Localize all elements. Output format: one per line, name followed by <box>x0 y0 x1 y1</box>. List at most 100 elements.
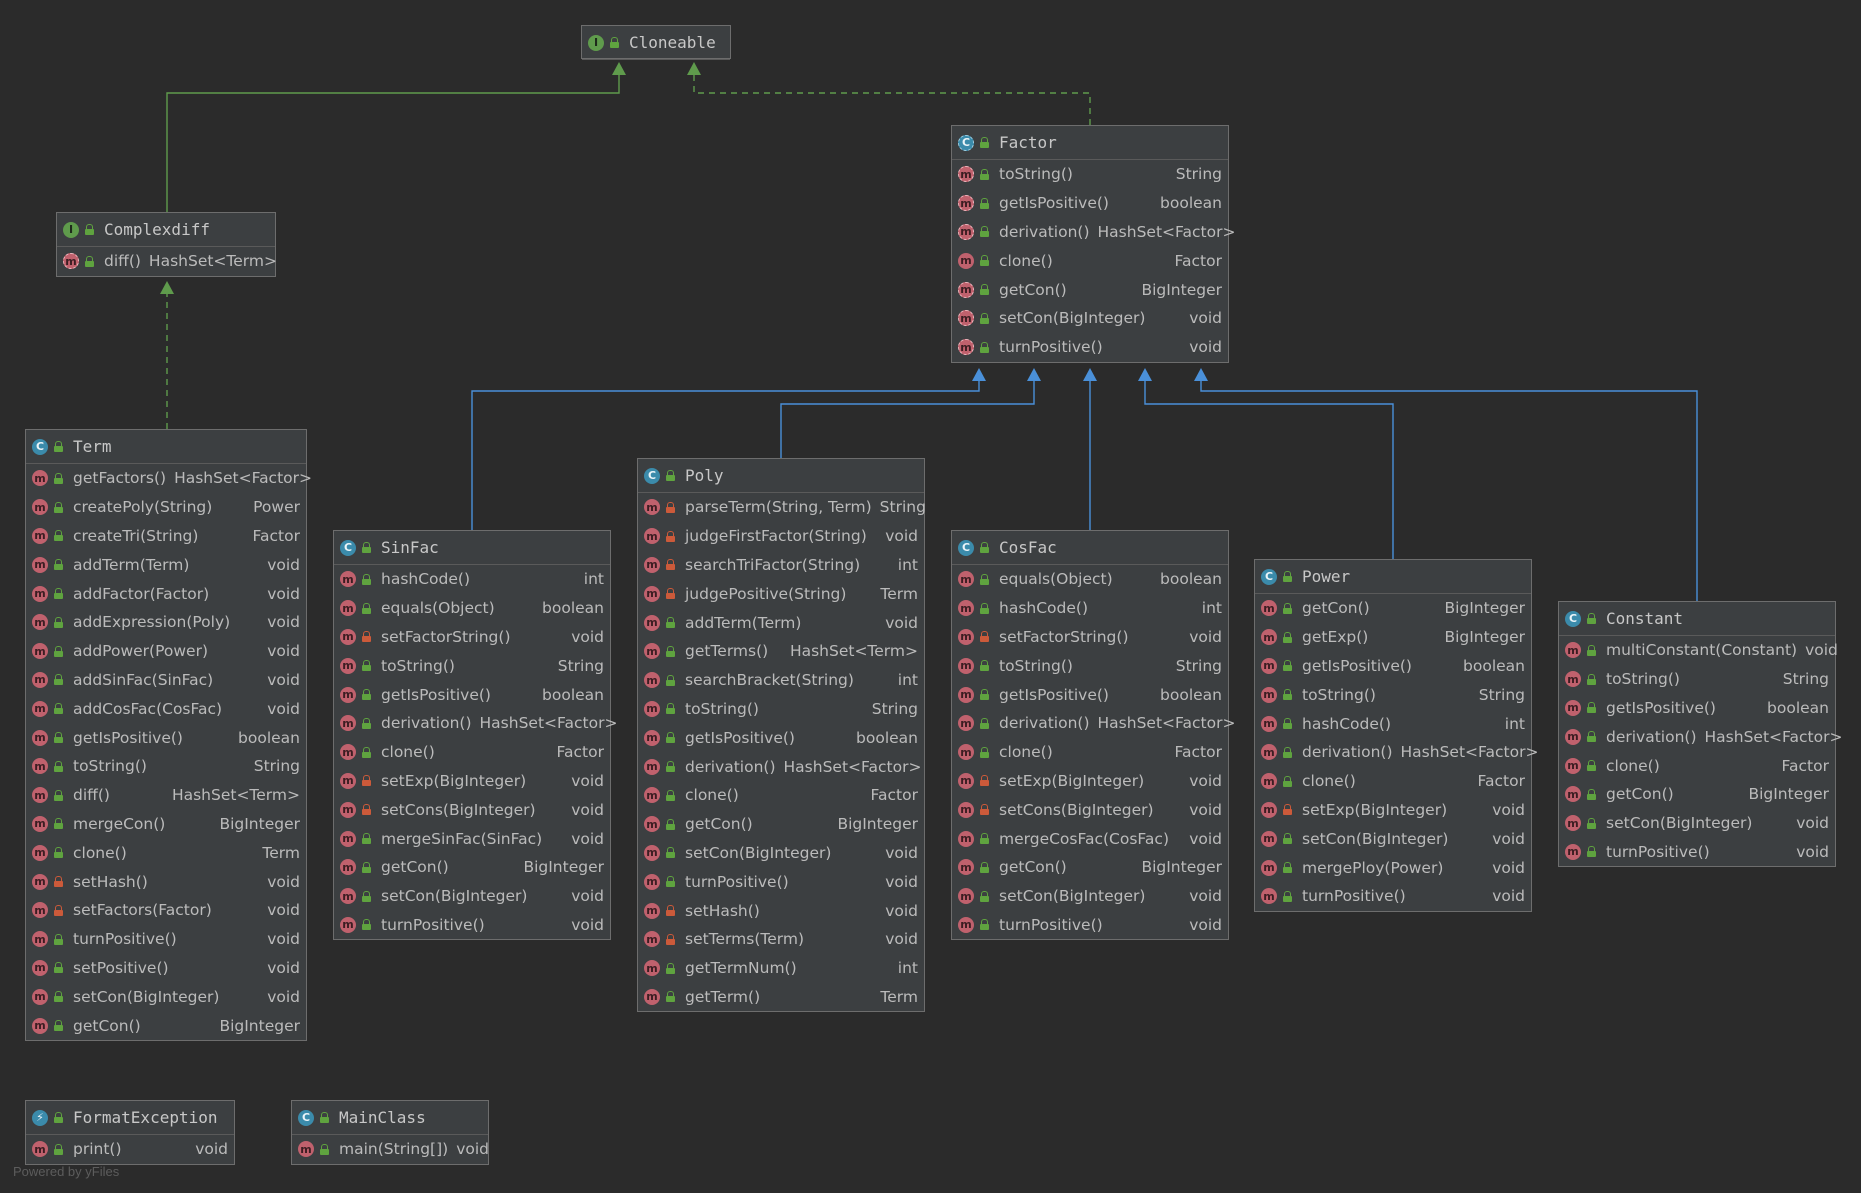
method-row[interactable]: m clone() Factor <box>952 738 1228 767</box>
method-row[interactable]: m addTerm(Term) void <box>26 550 306 579</box>
method-row[interactable]: m getIsPositive() boolean <box>1255 652 1531 681</box>
method-row[interactable]: m setCon(BigInteger) void <box>26 982 306 1011</box>
class-node-header[interactable]: C CosFac <box>952 531 1228 565</box>
method-row[interactable]: m derivation() HashSet<Factor> <box>952 709 1235 738</box>
method-row[interactable]: m createPoly(String) Power <box>26 493 306 522</box>
class-node-header[interactable]: C Constant <box>1559 602 1835 636</box>
method-row[interactable]: m turnPositive() void <box>1559 838 1835 867</box>
method-row[interactable]: m getIsPositive() boolean <box>952 189 1228 218</box>
method-row[interactable]: m getCon() BigInteger <box>1255 594 1531 623</box>
method-row[interactable]: m parseTerm(String, Term) String <box>638 493 926 522</box>
method-row[interactable]: m setFactorString() void <box>334 623 610 652</box>
method-row[interactable]: m turnPositive() void <box>334 911 610 940</box>
method-row[interactable]: m getCon() BigInteger <box>952 853 1228 882</box>
class-node-header[interactable]: C Poly <box>638 459 924 493</box>
method-row[interactable]: m getIsPositive() boolean <box>638 723 924 752</box>
method-row[interactable]: m diff() HashSet<Term> <box>57 247 277 276</box>
method-row[interactable]: m addExpression(Poly) void <box>26 608 306 637</box>
method-row[interactable]: m toString() String <box>638 695 924 724</box>
method-row[interactable]: m derivation() HashSet<Factor> <box>952 218 1235 247</box>
method-row[interactable]: m addCosFac(CosFac) void <box>26 694 306 723</box>
method-row[interactable]: m turnPositive() void <box>952 333 1228 362</box>
method-row[interactable]: m turnPositive() void <box>1255 882 1531 911</box>
class-node-formatexception[interactable]: ⚡ FormatException m print() void <box>25 1100 235 1165</box>
class-node-power[interactable]: C Power m getCon() BigInteger m getExp() BigInt… <box>1254 559 1538 912</box>
method-row[interactable]: m hashCode() int <box>952 594 1228 623</box>
method-row[interactable]: m toString() String <box>952 651 1228 680</box>
method-row[interactable]: m getCon() BigInteger <box>26 1011 306 1040</box>
class-node-header[interactable]: C MainClass <box>292 1101 488 1135</box>
method-row[interactable]: m getTerm() Term <box>638 983 924 1012</box>
method-row[interactable]: m searchBracket(String) int <box>638 666 924 695</box>
class-node-factor[interactable]: C Factor m toString() String m getIsPositive()… <box>951 125 1235 363</box>
method-row[interactable]: m getCon() BigInteger <box>1559 780 1835 809</box>
class-node-cloneable[interactable]: I Cloneable <box>581 25 731 60</box>
method-row[interactable]: m diff() HashSet<Term> <box>26 781 306 810</box>
method-row[interactable]: m addPower(Power) void <box>26 637 306 666</box>
method-row[interactable]: m getIsPositive() boolean <box>1559 694 1835 723</box>
method-row[interactable]: m getCon() BigInteger <box>952 275 1228 304</box>
method-row[interactable]: m getExp() BigInteger <box>1255 623 1531 652</box>
method-row[interactable]: m getIsPositive() boolean <box>952 680 1228 709</box>
method-row[interactable]: m multiConstant(Constant) void <box>1559 636 1838 665</box>
method-row[interactable]: m setHash() void <box>638 896 924 925</box>
method-row[interactable]: m getFactors() HashSet<Factor> <box>26 464 312 493</box>
class-node-header[interactable]: C Term <box>26 430 306 464</box>
method-row[interactable]: m clone() Factor <box>1255 767 1531 796</box>
method-row[interactable]: m mergeSinFac(SinFac) void <box>334 824 610 853</box>
method-row[interactable]: m getIsPositive() boolean <box>26 723 306 752</box>
class-node-complexdiff[interactable]: I Complexdiff m diff() HashSet<Term> <box>56 212 277 277</box>
method-row[interactable]: m createTri(String) Factor <box>26 522 306 551</box>
method-row[interactable]: m derivation() HashSet<Factor> <box>1255 738 1538 767</box>
method-row[interactable]: m toString() String <box>26 752 306 781</box>
method-row[interactable]: m judgeFirstFactor(String) void <box>638 522 924 551</box>
method-row[interactable]: m equals(Object) boolean <box>334 594 610 623</box>
method-row[interactable]: m setCons(BigInteger) void <box>334 795 610 824</box>
method-row[interactable]: m setCon(BigInteger) void <box>1559 809 1835 838</box>
method-row[interactable]: m getTermNum() int <box>638 954 924 983</box>
method-row[interactable]: m toString() String <box>952 160 1228 189</box>
method-row[interactable]: m print() void <box>26 1135 234 1164</box>
method-row[interactable]: m hashCode() int <box>334 565 610 594</box>
method-row[interactable]: m turnPositive() void <box>952 911 1228 940</box>
method-row[interactable]: m setCon(BigInteger) void <box>952 304 1228 333</box>
method-row[interactable]: m setExp(BigInteger) void <box>952 767 1228 796</box>
method-row[interactable]: m addTerm(Term) void <box>638 608 924 637</box>
method-row[interactable]: m main(String[]) void <box>292 1135 489 1164</box>
method-row[interactable]: m toString() String <box>1255 680 1531 709</box>
method-row[interactable]: m setExp(BigInteger) void <box>1255 796 1531 825</box>
method-row[interactable]: m clone() Factor <box>952 246 1228 275</box>
class-node-header[interactable]: C Power <box>1255 560 1531 594</box>
method-row[interactable]: m clone() Factor <box>638 781 924 810</box>
class-node-header[interactable]: I Complexdiff <box>57 213 275 247</box>
method-row[interactable]: m derivation() HashSet<Factor> <box>638 752 924 781</box>
method-row[interactable]: m setPositive() void <box>26 954 306 983</box>
method-row[interactable]: m setCons(BigInteger) void <box>952 795 1228 824</box>
method-row[interactable]: m setCon(BigInteger) void <box>638 839 924 868</box>
method-row[interactable]: m getCon() BigInteger <box>334 853 610 882</box>
method-row[interactable]: m clone() Factor <box>1559 751 1835 780</box>
method-row[interactable]: m mergePloy(Power) void <box>1255 853 1531 882</box>
method-row[interactable]: m getCon() BigInteger <box>638 810 924 839</box>
method-row[interactable]: m clone() Factor <box>334 738 610 767</box>
method-row[interactable]: m setHash() void <box>26 867 306 896</box>
method-row[interactable]: m setFactors(Factor) void <box>26 896 306 925</box>
method-row[interactable]: m setCon(BigInteger) void <box>1255 824 1531 853</box>
class-node-term[interactable]: C Term m getFactors() HashSet<Factor> m create… <box>25 429 312 1041</box>
class-node-header[interactable]: C Factor <box>952 126 1228 160</box>
method-row[interactable]: m setFactorString() void <box>952 623 1228 652</box>
method-row[interactable]: m addSinFac(SinFac) void <box>26 666 306 695</box>
class-node-mainclass[interactable]: C MainClass m main(String[]) void <box>291 1100 489 1165</box>
method-row[interactable]: m derivation() HashSet<Factor> <box>334 709 617 738</box>
method-row[interactable]: m setCon(BigInteger) void <box>334 882 610 911</box>
class-node-poly[interactable]: C Poly m parseTerm(String, Term) String m judg… <box>637 458 926 1013</box>
method-row[interactable]: m turnPositive() void <box>26 925 306 954</box>
method-row[interactable]: m mergeCosFac(CosFac) void <box>952 824 1228 853</box>
method-row[interactable]: m setCon(BigInteger) void <box>952 882 1228 911</box>
method-row[interactable]: m getTerms() HashSet<Term> <box>638 637 924 666</box>
method-row[interactable]: m judgePositive(String) Term <box>638 579 924 608</box>
method-row[interactable]: m setExp(BigInteger) void <box>334 767 610 796</box>
method-row[interactable]: m turnPositive() void <box>638 867 924 896</box>
class-node-cosfac[interactable]: C CosFac m equals(Object) boolean m hashCode()… <box>951 530 1235 941</box>
method-row[interactable]: m mergeCon() BigInteger <box>26 810 306 839</box>
